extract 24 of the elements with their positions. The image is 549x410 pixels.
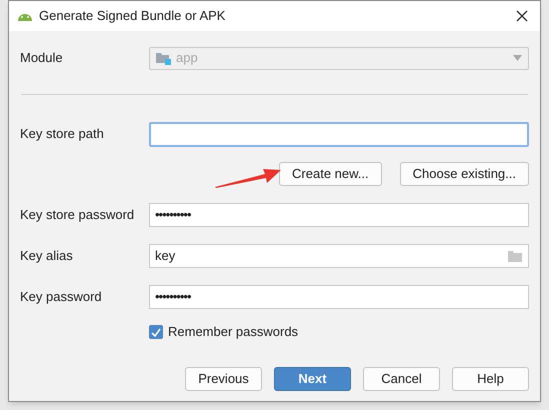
annotation-arrow [215, 166, 281, 188]
key-store-button[interactable]: Choose existing... [400, 162, 529, 186]
password-field[interactable]: •••••••••• [149, 285, 529, 309]
checkbox[interactable] [149, 325, 163, 339]
checkbox-label[interactable]: Remember passwords [168, 322, 298, 342]
field-label: Key store path [20, 125, 105, 144]
key-store-path-field[interactable] [149, 122, 529, 146]
module-value: app [176, 49, 199, 68]
dialog-button[interactable]: Next [274, 367, 351, 391]
text-field[interactable]: key [149, 244, 529, 268]
field-label: Module [20, 49, 64, 68]
window-title: Generate Signed Bundle or APK [39, 7, 226, 26]
key-store-button[interactable]: Create new... [279, 162, 382, 186]
dialog-button[interactable]: Previous [185, 367, 262, 391]
android-icon [17, 11, 33, 21]
folder-icon [156, 52, 171, 64]
field-label: Key store password [20, 206, 136, 224]
password-field[interactable]: •••••••••• [149, 203, 529, 227]
dialog-button[interactable]: Cancel [363, 367, 440, 391]
dropdown-arrow-icon [513, 55, 522, 61]
dialog-button[interactable]: Help [452, 367, 529, 391]
close-icon[interactable] [516, 10, 528, 22]
field-label: Key alias [20, 247, 74, 266]
field-label: Key password [20, 288, 103, 306]
